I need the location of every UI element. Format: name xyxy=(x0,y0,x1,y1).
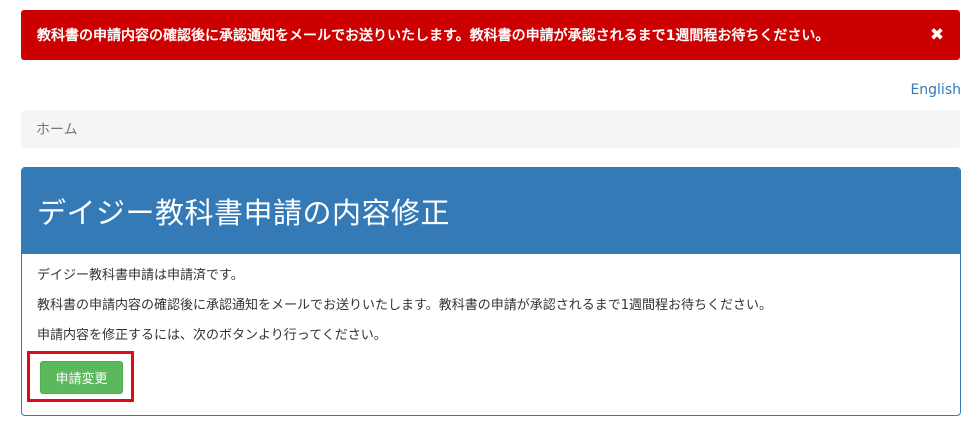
panel-heading: デイジー教科書申請の内容修正 xyxy=(22,168,960,254)
breadcrumb: ホーム xyxy=(21,110,960,148)
notice-text: 教科書の申請内容の確認後に承認通知をメールでお送りいたします。教科書の申請が承認… xyxy=(37,298,772,313)
edit-application-panel: デイジー教科書申請の内容修正 デイジー教科書申請は申請済です。 教科書の申請内容… xyxy=(21,167,961,416)
change-application-button[interactable]: 申請変更 xyxy=(40,361,123,394)
status-text: デイジー教科書申請は申請済です。 xyxy=(37,268,244,283)
alert-banner: 教科書の申請内容の確認後に承認通知をメールでお送りいたします。教科書の申請が承認… xyxy=(21,10,960,60)
breadcrumb-home[interactable]: ホーム xyxy=(36,119,78,139)
instruction-text: 申請内容を修正するには、次のボタンより行ってください。 xyxy=(37,328,387,343)
language-link-english[interactable]: English xyxy=(910,82,961,98)
button-highlight-box: 申請変更 xyxy=(27,351,134,402)
page-title: デイジー教科書申請の内容修正 xyxy=(37,196,451,230)
close-icon[interactable]: ✖ xyxy=(928,25,946,45)
panel-body: デイジー教科書申請は申請済です。 教科書の申請内容の確認後に承認通知をメールでお… xyxy=(22,254,960,344)
alert-message: 教科書の申請内容の確認後に承認通知をメールでお送りいたします。教科書の申請が承認… xyxy=(37,28,830,44)
page: 教科書の申請内容の確認後に承認通知をメールでお送りいたします。教科書の申請が承認… xyxy=(0,0,979,445)
